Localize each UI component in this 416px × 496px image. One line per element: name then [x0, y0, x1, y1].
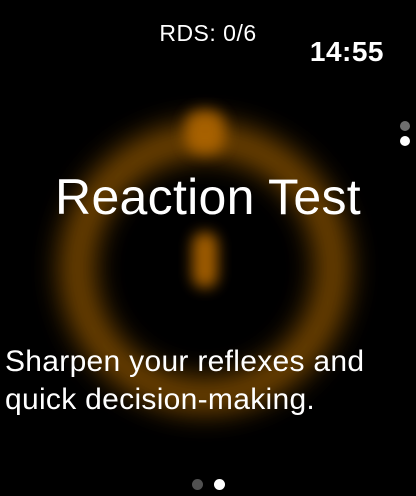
page-indicator[interactable] [0, 479, 416, 490]
vertical-page-indicator [399, 121, 411, 146]
page-description: Sharpen your reflexes and quick decision… [5, 345, 365, 416]
watch-screen: RDS: 0/6 14:55 Reaction Test Sharpen you… [0, 0, 416, 496]
vertical-page-dot-active [400, 136, 410, 146]
page-dot-active[interactable] [213, 479, 225, 490]
page-dot[interactable] [191, 479, 203, 490]
page-title: Reaction Test [55, 169, 361, 225]
stopwatch-icon [60, 110, 350, 413]
status-clock: 14:55 [309, 36, 384, 67]
vertical-page-dot [400, 121, 410, 131]
